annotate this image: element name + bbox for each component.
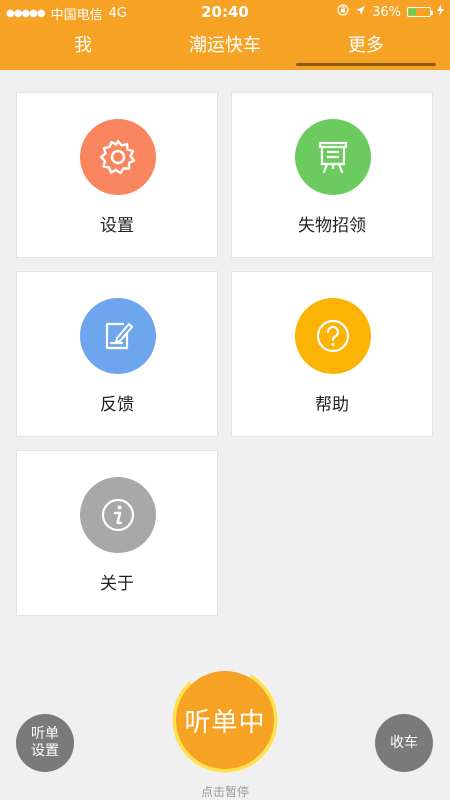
header-bar: ●●●●● 中国电信 4G 20:40 36% 我 潮运快车 更多: [0, 0, 450, 70]
charging-bolt-icon: [437, 4, 444, 20]
tab-chaoyun-express[interactable]: 潮运快车: [170, 24, 280, 70]
battery-icon: [407, 7, 433, 17]
lost-and-found-label: 失物招领: [298, 216, 366, 236]
gear-icon: [80, 119, 156, 195]
listening-button[interactable]: 听单中: [176, 671, 274, 769]
info-icon: [80, 477, 156, 553]
settings-card[interactable]: 设置: [16, 92, 218, 258]
pause-hint: 点击暂停: [200, 785, 249, 799]
lost-and-found-card[interactable]: 失物招领: [231, 92, 433, 258]
tab-me[interactable]: 我: [28, 24, 138, 70]
help-label: 帮助: [315, 395, 349, 415]
question-icon: [295, 298, 371, 374]
help-card[interactable]: 帮助: [231, 271, 433, 437]
tab-bar: 我 潮运快车 更多: [0, 24, 450, 70]
feedback-edit-icon: [80, 298, 156, 374]
tab-more[interactable]: 更多: [296, 24, 436, 70]
feedback-label: 反馈: [100, 395, 134, 415]
about-card[interactable]: 关于: [16, 450, 218, 616]
about-label: 关于: [100, 574, 134, 594]
rotation-lock-icon: [337, 4, 349, 20]
stop-driving-button[interactable]: 收车: [375, 714, 433, 772]
listen-settings-label: 听单 设置: [31, 726, 59, 759]
settings-label: 设置: [100, 216, 134, 236]
listening-control: 听单中: [172, 667, 278, 773]
feedback-card[interactable]: 反馈: [16, 271, 218, 437]
listen-settings-button[interactable]: 听单 设置: [16, 714, 74, 772]
location-arrow-icon: [355, 5, 366, 20]
lost-found-board-icon: [295, 119, 371, 195]
status-bar: ●●●●● 中国电信 4G 20:40 36%: [0, 0, 450, 24]
battery-percent: 36%: [372, 4, 401, 20]
